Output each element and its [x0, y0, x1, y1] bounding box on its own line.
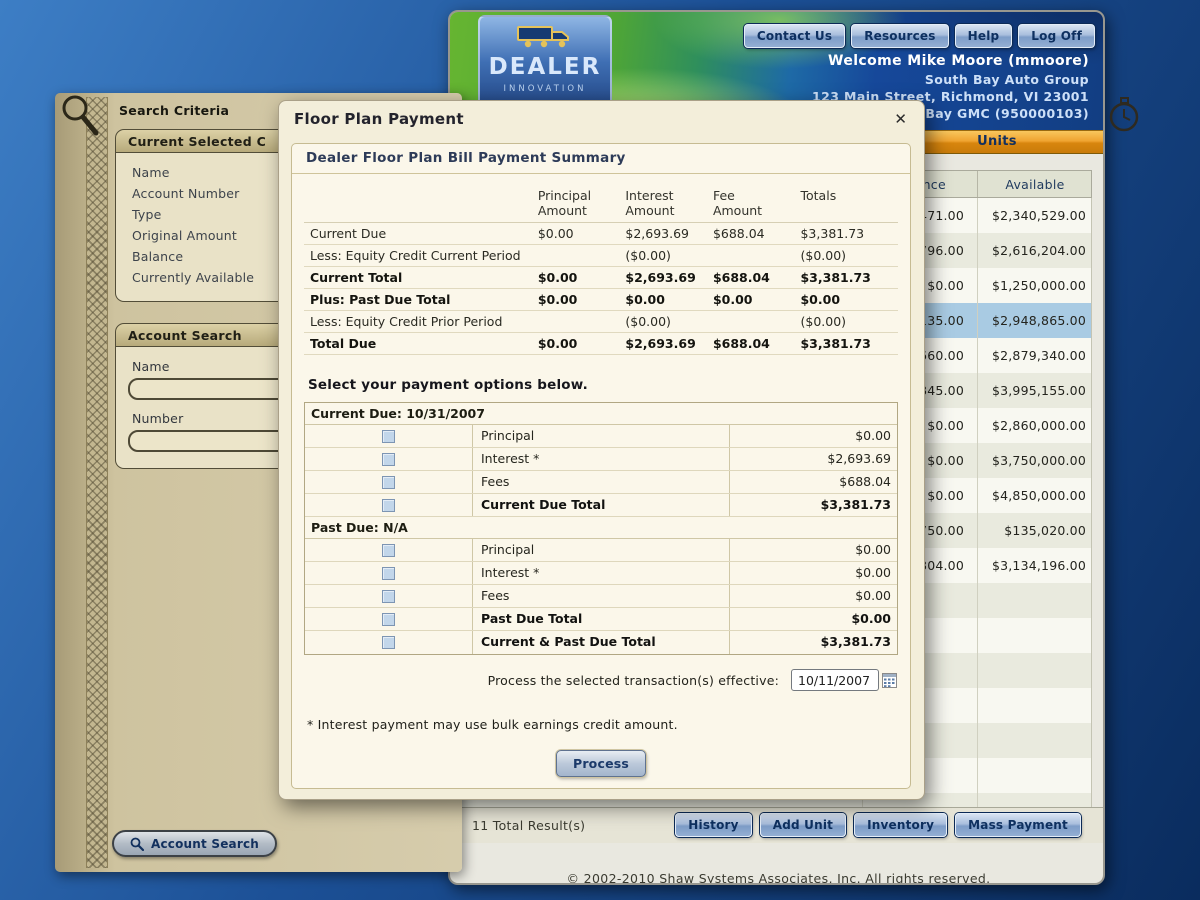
payment-options-table: Current Due: 10/31/2007 Principal $0.00 … [304, 402, 898, 655]
resources-button[interactable]: Resources [851, 24, 948, 48]
available-cell: $3,995,155.00 [977, 373, 1086, 408]
available-cell: $135,020.00 [977, 513, 1086, 548]
col-interest-amount: Interest Amount [625, 188, 713, 218]
top-nav: Contact Us Resources Help Log Off [744, 24, 1095, 48]
payment-option-row: Fees $0.00 [305, 585, 897, 608]
process-button[interactable]: Process [556, 750, 646, 777]
logo-title: DEALER [480, 54, 610, 80]
payment-option-row: Current Due Total $3,381.73 [305, 494, 897, 517]
payment-checkbox[interactable] [382, 453, 395, 466]
add-unit-button[interactable]: Add Unit [760, 813, 846, 837]
payment-option-row: Principal $0.00 [305, 539, 897, 562]
search-icon [130, 837, 144, 851]
summary-row: Current Total$0.00 $2,693.69$688.04 $3,3… [304, 267, 898, 289]
available-cell: $1,250,000.00 [977, 268, 1086, 303]
payment-options-heading: Select your payment options below. [308, 377, 910, 393]
contact-us-button[interactable]: Contact Us [744, 24, 845, 48]
payment-checkbox[interactable] [382, 590, 395, 603]
current-due-section-header: Current Due: 10/31/2007 [305, 403, 897, 425]
available-cell: $2,948,865.00 [977, 303, 1086, 338]
history-button[interactable]: History [675, 813, 751, 837]
payment-option-row: Interest * $2,693.69 [305, 448, 897, 471]
payment-summary-box: Dealer Floor Plan Bill Payment Summary P… [291, 143, 911, 789]
payment-checkbox[interactable] [382, 613, 395, 626]
payment-checkbox[interactable] [382, 567, 395, 580]
logo-subtitle: INNOVATION [480, 84, 610, 94]
clock-icon [1104, 95, 1144, 137]
search-icon [57, 91, 103, 141]
payment-option-row: Past Due Total $0.00 [305, 608, 897, 631]
inventory-button[interactable]: Inventory [854, 813, 947, 837]
mass-payment-button[interactable]: Mass Payment [955, 813, 1081, 837]
summary-column-headers: Principal Amount Interest Amount Fee Amo… [304, 182, 898, 223]
payment-option-row: Interest * $0.00 [305, 562, 897, 585]
action-buttons: History Add Unit Inventory Mass Payment [675, 813, 1081, 837]
col-fee-amount: Fee Amount [713, 188, 801, 218]
payment-checkbox[interactable] [382, 636, 395, 649]
welcome-user: Welcome Mike Moore (mmoore) [812, 52, 1089, 71]
close-icon[interactable]: ✕ [890, 108, 911, 130]
log-off-button[interactable]: Log Off [1018, 24, 1095, 48]
calendar-icon[interactable] [882, 673, 897, 688]
effective-date-input[interactable] [791, 669, 879, 691]
column-header-available[interactable]: Available [977, 171, 1092, 197]
payment-option-row: Current & Past Due Total $3,381.73 [305, 631, 897, 654]
col-principal-amount: Principal Amount [538, 188, 626, 218]
search-criteria-title: Search Criteria [119, 103, 229, 118]
results-count: 11 Total Result(s) [472, 808, 585, 843]
summary-row: Total Due$0.00 $2,693.69$688.04 $3,381.7… [304, 333, 898, 355]
lace-ornament [86, 97, 108, 868]
available-cell: $2,340,529.00 [977, 198, 1086, 233]
account-search-button-label: Account Search [151, 837, 259, 851]
summary-header: Dealer Floor Plan Bill Payment Summary [292, 144, 910, 174]
copyright-footer: © 2002-2010 Shaw Systems Associates, Inc… [450, 843, 1105, 885]
effective-date-label: Process the selected transaction(s) effe… [488, 673, 779, 688]
summary-row: Less: Equity Credit Prior Period ($0.00)… [304, 311, 898, 333]
effective-date-row: Process the selected transaction(s) effe… [292, 669, 897, 691]
payment-checkbox[interactable] [382, 476, 395, 489]
col-totals: Totals [801, 188, 899, 218]
available-cell: $2,879,340.00 [977, 338, 1086, 373]
available-cell: $3,750,000.00 [977, 443, 1086, 478]
results-bar: 11 Total Result(s) History Add Unit Inve… [450, 807, 1105, 843]
summary-row: Current Due$0.00 $2,693.69$688.04 $3,381… [304, 223, 898, 245]
available-cell: $3,134,196.00 [977, 548, 1086, 583]
payment-option-row: Principal $0.00 [305, 425, 897, 448]
summary-row: Plus: Past Due Total$0.00 $0.00$0.00 $0.… [304, 289, 898, 311]
available-cell: $2,616,204.00 [977, 233, 1086, 268]
available-cell: $2,860,000.00 [977, 408, 1086, 443]
account-search-button[interactable]: Account Search [112, 830, 277, 857]
payment-checkbox[interactable] [382, 430, 395, 443]
floor-plan-payment-dialog: Floor Plan Payment ✕ Dealer Floor Plan B… [278, 100, 925, 800]
past-due-section-header: Past Due: N/A [305, 517, 897, 539]
interest-footnote: * Interest payment may use bulk earnings… [307, 717, 910, 732]
summary-row: Less: Equity Credit Current Period ($0.0… [304, 245, 898, 267]
dialog-title: Floor Plan Payment [294, 110, 464, 128]
welcome-group: South Bay Auto Group [812, 71, 1089, 88]
payment-option-row: Fees $688.04 [305, 471, 897, 494]
help-button[interactable]: Help [955, 24, 1013, 48]
payment-checkbox[interactable] [382, 499, 395, 512]
summary-table: Principal Amount Interest Amount Fee Amo… [304, 182, 898, 355]
payment-checkbox[interactable] [382, 544, 395, 557]
available-cell: $4,850,000.00 [977, 478, 1086, 513]
truck-icon [516, 24, 574, 50]
tab-units[interactable]: Units [957, 131, 1037, 153]
